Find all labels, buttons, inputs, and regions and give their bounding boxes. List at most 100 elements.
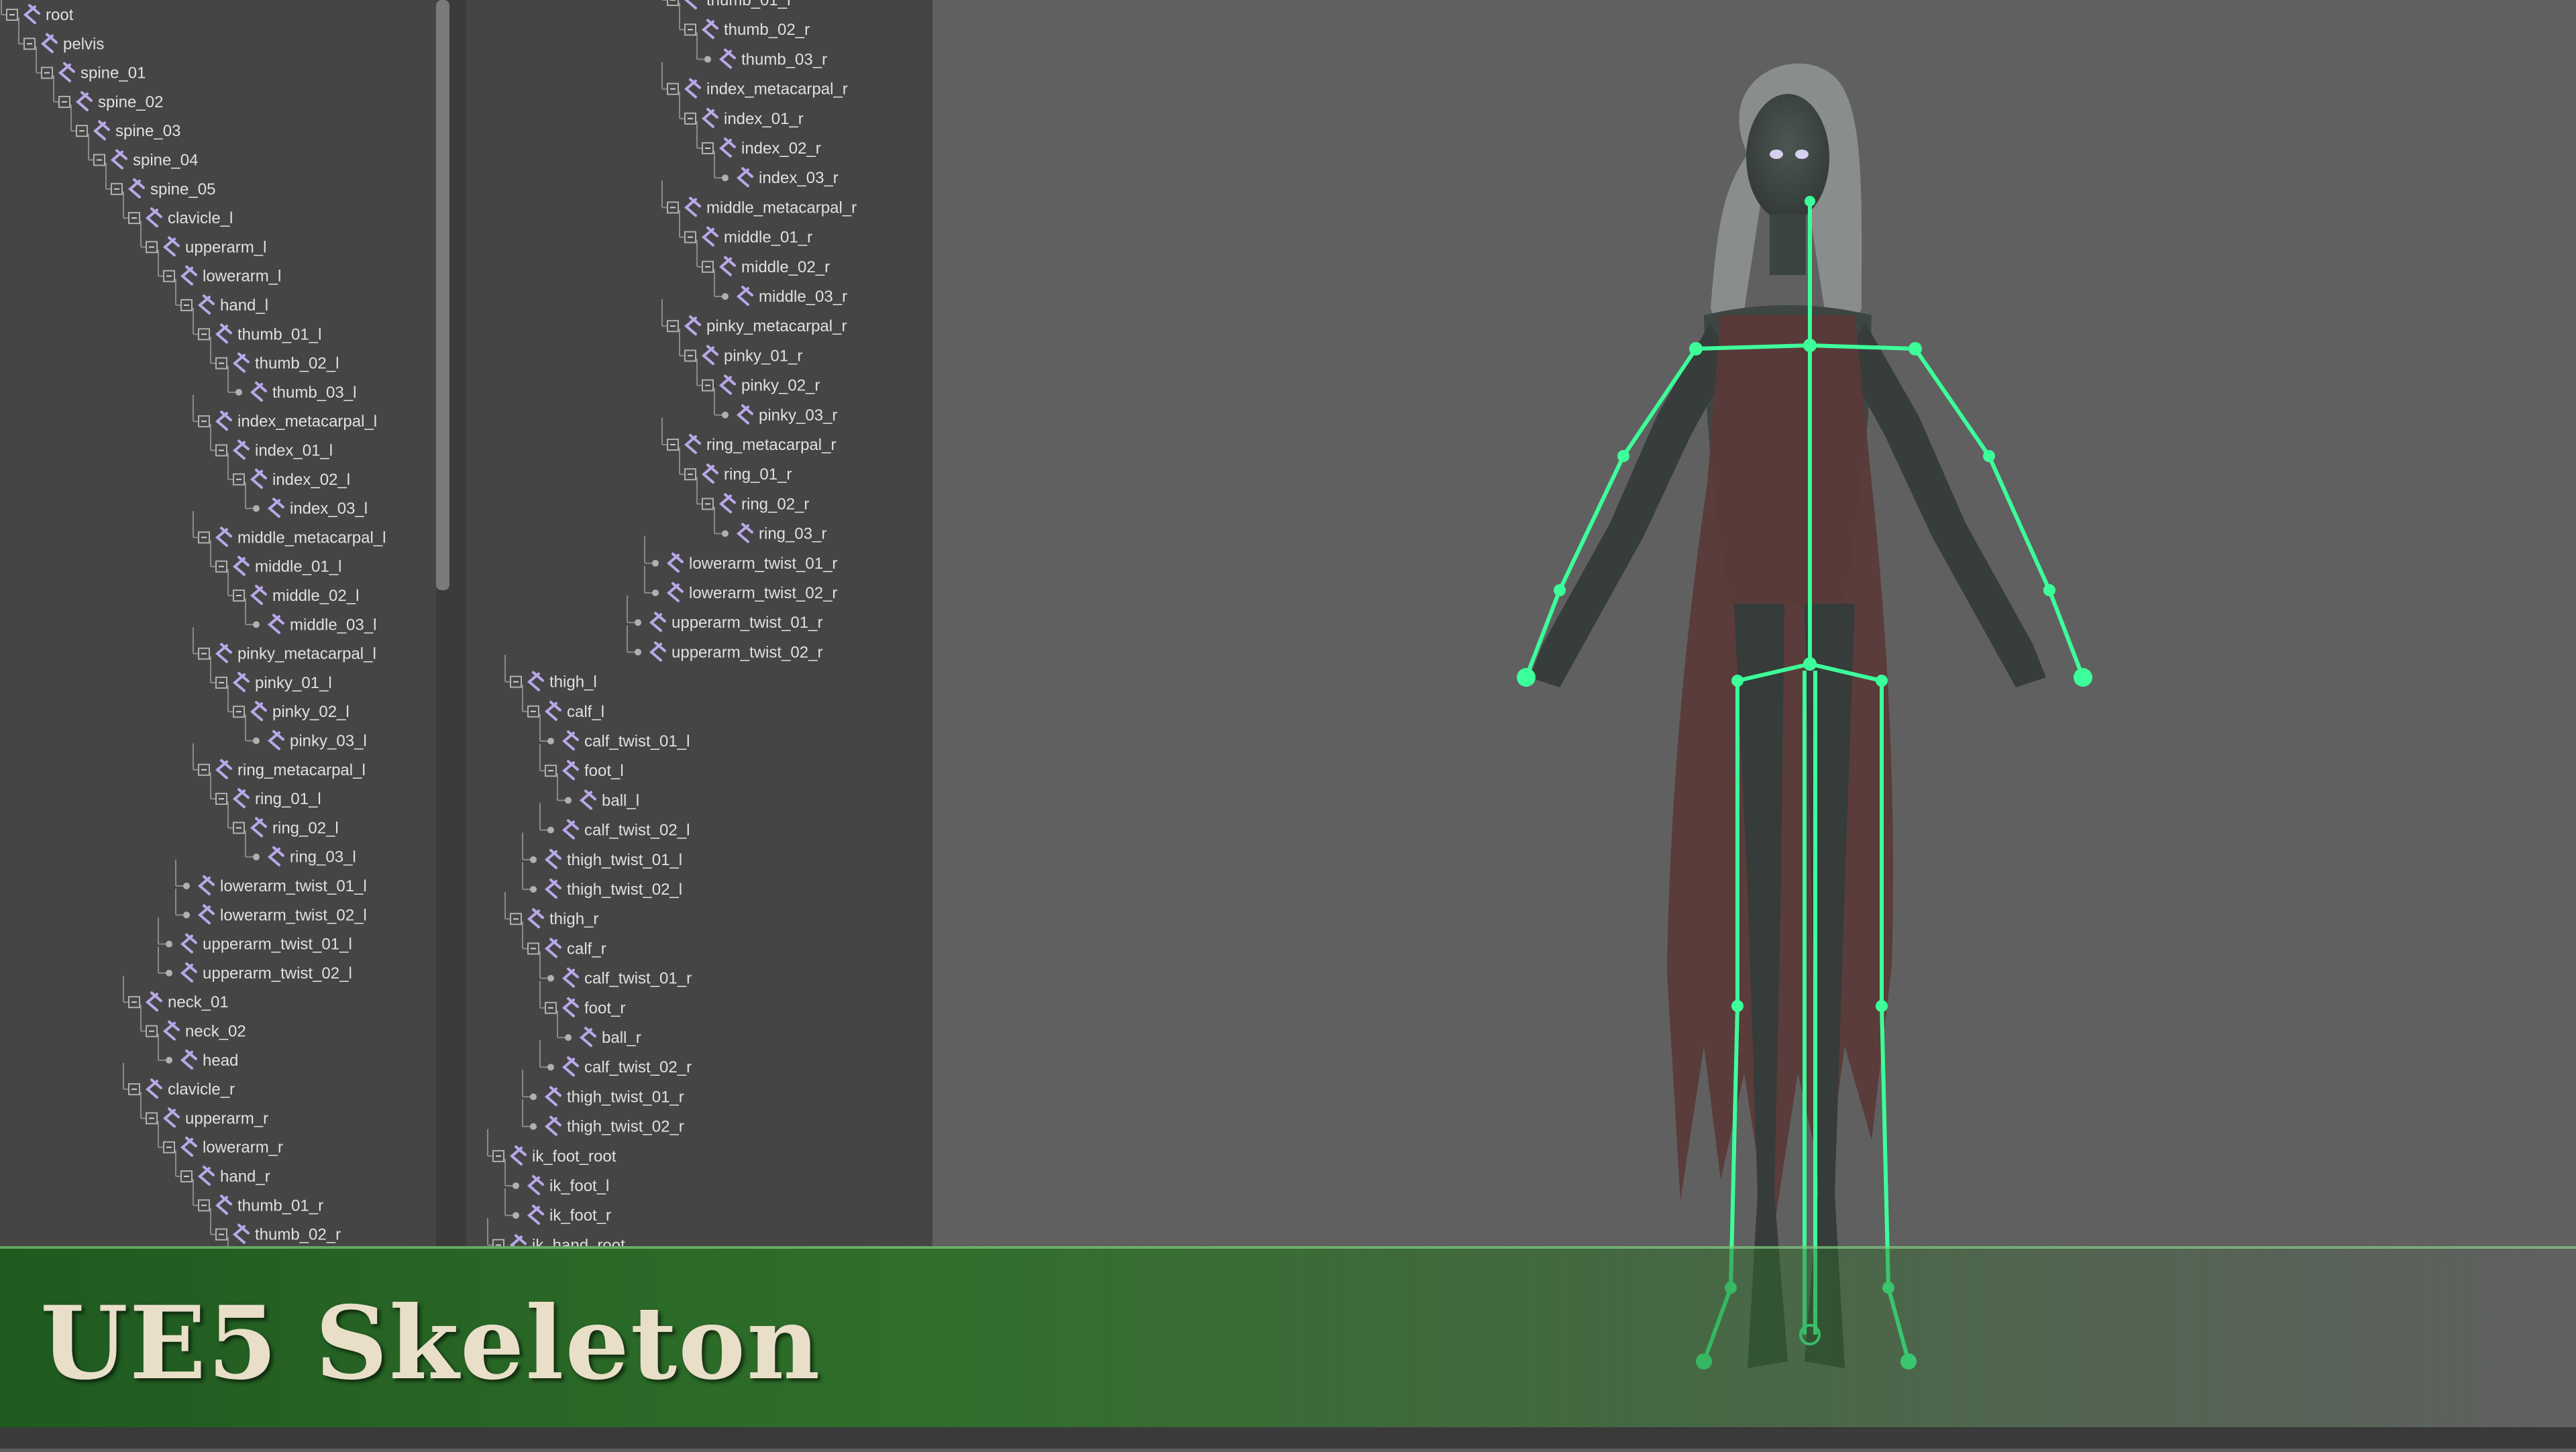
- joint-label[interactable]: index_metacarpal_r: [706, 80, 848, 99]
- joint-label[interactable]: thumb_01_r: [706, 0, 792, 9]
- joint-label[interactable]: spine_03: [115, 122, 180, 140]
- joint-label[interactable]: upperarm_r: [185, 1109, 268, 1127]
- joint-label[interactable]: thumb_03_l: [272, 384, 356, 402]
- joint-label[interactable]: upperarm_twist_01_l: [203, 936, 352, 954]
- joint-label[interactable]: calf_r: [567, 940, 606, 958]
- joint-label[interactable]: spine_04: [133, 152, 198, 170]
- joint-label[interactable]: upperarm_twist_02_r: [672, 643, 822, 661]
- 3d-viewport[interactable]: [932, 0, 2576, 1449]
- joint-label[interactable]: ring_01_r: [724, 465, 792, 484]
- joint-label[interactable]: clavicle_r: [168, 1080, 235, 1099]
- joint-label[interactable]: calf_twist_01_r: [584, 970, 692, 988]
- joint-icon: [666, 552, 684, 573]
- joint-label[interactable]: thigh_l: [549, 673, 597, 691]
- joint-label[interactable]: calf_twist_02_l: [584, 822, 690, 840]
- joint-icon: [701, 226, 718, 247]
- joint-label[interactable]: middle_03_r: [759, 288, 847, 306]
- joint-label[interactable]: foot_r: [584, 999, 625, 1017]
- joint-label[interactable]: lowerarm_twist_01_l: [220, 877, 367, 895]
- joint-label[interactable]: pinky_01_l: [255, 674, 332, 692]
- outliner-row[interactable]: thumb_01_r: [662, 0, 792, 9]
- joint-label[interactable]: neck_01: [168, 993, 229, 1011]
- joint-label[interactable]: pinky_03_r: [759, 406, 837, 425]
- outliner-panel-right[interactable]: thumb_01_r thumb_02_r thumb_03_r index_meta…: [466, 0, 932, 1449]
- outliner-scrollbar[interactable]: [436, 0, 449, 590]
- joint-label[interactable]: hand_l: [220, 296, 268, 315]
- joint-label[interactable]: ik_foot_l: [549, 1177, 609, 1195]
- joint-label[interactable]: index_metacarpal_l: [237, 412, 377, 431]
- joint-label[interactable]: lowerarm_twist_02_r: [689, 584, 837, 602]
- joint-label[interactable]: root: [46, 6, 74, 24]
- joint-label[interactable]: calf_l: [567, 703, 604, 721]
- joint-label[interactable]: clavicle_l: [168, 209, 233, 227]
- joint-label[interactable]: thumb_02_r: [255, 1226, 341, 1244]
- joint-label[interactable]: ball_l: [602, 791, 639, 809]
- joint-label[interactable]: lowerarm_l: [203, 268, 281, 286]
- joint-label[interactable]: index_01_l: [255, 442, 333, 460]
- joint-label[interactable]: ring_02_l: [272, 819, 339, 837]
- joint-label[interactable]: middle_03_l: [290, 616, 376, 634]
- joint-label[interactable]: ring_03_l: [290, 848, 356, 867]
- joint-label[interactable]: pinky_03_l: [290, 732, 367, 750]
- joint-label[interactable]: lowerarm_r: [203, 1139, 283, 1157]
- joint-label[interactable]: thigh_twist_02_l: [567, 881, 682, 899]
- joint-label[interactable]: hand_r: [220, 1168, 270, 1186]
- joint-label[interactable]: upperarm_twist_02_l: [203, 964, 352, 983]
- joint-label[interactable]: spine_05: [150, 180, 215, 199]
- joint-label[interactable]: index_03_r: [759, 169, 839, 187]
- outliner-panel-left[interactable]: root pelvis spine_01 spine_02 spine_03 spine_…: [0, 0, 436, 1449]
- joint-label[interactable]: ring_01_l: [255, 790, 321, 808]
- joint-label[interactable]: middle_02_r: [741, 258, 830, 276]
- joint-label[interactable]: upperarm_twist_01_r: [672, 614, 822, 632]
- joint-label[interactable]: middle_02_l: [272, 587, 359, 605]
- joint-label[interactable]: pinky_02_r: [741, 377, 820, 395]
- joint-label[interactable]: head: [203, 1052, 238, 1070]
- joint-label[interactable]: thigh_twist_02_r: [567, 1118, 684, 1136]
- joint-label[interactable]: ring_metacarpal_r: [706, 436, 836, 454]
- outliner-row[interactable]: calf_twist_01_l: [539, 714, 690, 750]
- joint-label[interactable]: middle_01_l: [255, 558, 341, 576]
- joint-label[interactable]: pinky_01_r: [724, 347, 802, 365]
- joint-label[interactable]: thigh_r: [549, 910, 598, 928]
- outliner-row[interactable]: thigh_l: [504, 655, 597, 691]
- joint-label[interactable]: calf_twist_02_r: [584, 1058, 692, 1076]
- joint-label[interactable]: ball_r: [602, 1029, 641, 1047]
- joint-label[interactable]: thumb_01_r: [237, 1196, 323, 1215]
- joint-label[interactable]: pinky_metacarpal_l: [237, 645, 376, 663]
- joint-label[interactable]: neck_02: [185, 1023, 246, 1041]
- joint-label[interactable]: ik_foot_root: [532, 1148, 616, 1166]
- joint-label[interactable]: thumb_02_r: [724, 21, 810, 39]
- joint-label[interactable]: spine_02: [98, 93, 163, 111]
- joint-label[interactable]: middle_01_r: [724, 229, 812, 247]
- joint-icon: [701, 107, 718, 128]
- outliner-row[interactable]: calf_twist_01_r: [539, 951, 692, 988]
- joint-label[interactable]: index_02_r: [741, 139, 821, 158]
- collapse-toggle-icon[interactable]: [667, 0, 679, 6]
- joint-label[interactable]: thigh_twist_01_r: [567, 1088, 684, 1106]
- joint-label[interactable]: index_02_l: [272, 471, 350, 489]
- joint-label[interactable]: middle_metacarpal_r: [706, 199, 857, 217]
- joint-label[interactable]: pelvis: [63, 35, 104, 53]
- outliner-row[interactable]: root: [1, 0, 74, 24]
- joint-label[interactable]: upperarm_l: [185, 238, 266, 256]
- joint-label[interactable]: pinky_metacarpal_r: [706, 317, 847, 335]
- joint-label[interactable]: lowerarm_twist_02_l: [220, 906, 367, 924]
- joint-label[interactable]: pinky_02_l: [272, 703, 350, 721]
- joint-label[interactable]: ring_metacarpal_l: [237, 761, 366, 779]
- leaf-dot-icon: [253, 853, 260, 860]
- joint-label[interactable]: ring_03_r: [759, 525, 826, 543]
- joint-label[interactable]: ik_foot_r: [549, 1207, 611, 1225]
- joint-label[interactable]: spine_01: [80, 64, 146, 82]
- joint-label[interactable]: thigh_twist_01_l: [567, 851, 682, 869]
- joint-label[interactable]: thumb_01_l: [237, 325, 321, 343]
- joint-label[interactable]: calf_twist_01_l: [584, 732, 690, 750]
- joint-label[interactable]: ring_02_r: [741, 495, 809, 513]
- joint-label[interactable]: lowerarm_twist_01_r: [689, 555, 837, 573]
- joint-label[interactable]: middle_metacarpal_l: [237, 528, 386, 547]
- joint-icon: [197, 294, 215, 315]
- joint-label[interactable]: thumb_03_r: [741, 50, 827, 68]
- joint-label[interactable]: index_03_l: [290, 500, 368, 518]
- joint-label[interactable]: foot_l: [584, 762, 624, 780]
- joint-label[interactable]: thumb_02_l: [255, 355, 339, 373]
- joint-label[interactable]: index_01_r: [724, 110, 804, 128]
